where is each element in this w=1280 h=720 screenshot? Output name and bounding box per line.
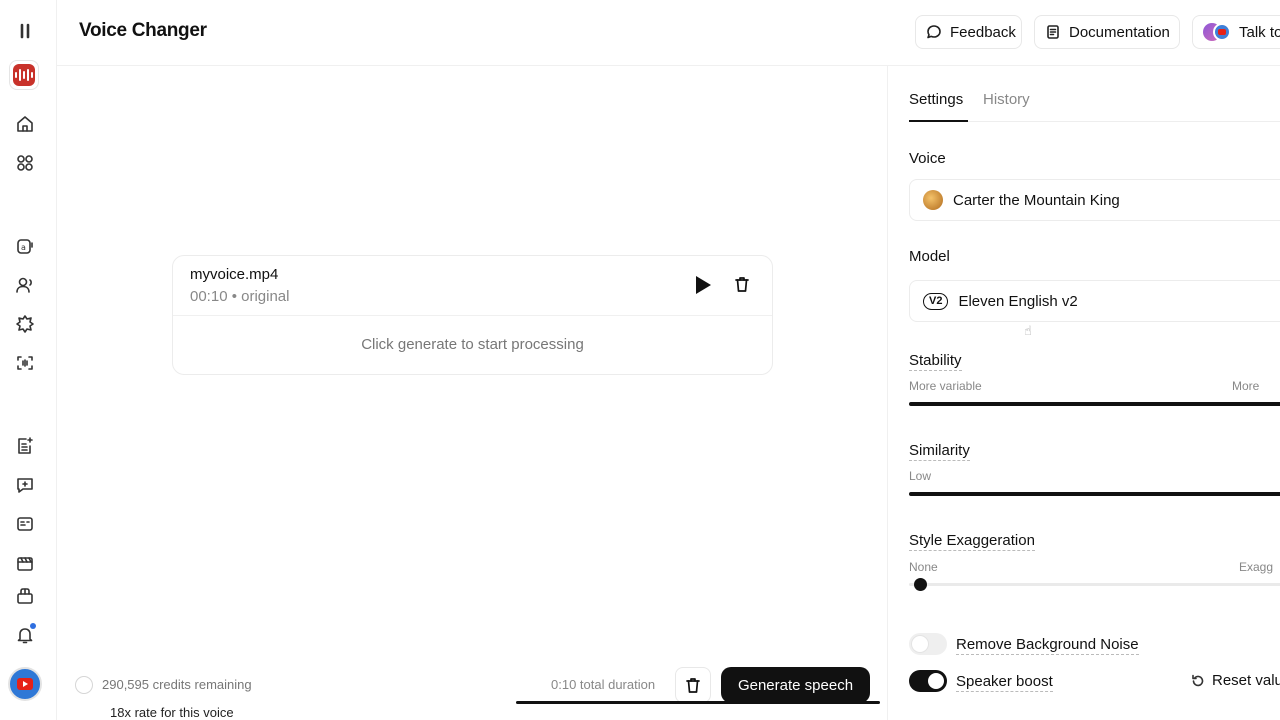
speaker-boost-label: Speaker boost — [956, 673, 1053, 692]
notifications-icon[interactable] — [12, 622, 38, 648]
stability-slider[interactable] — [909, 402, 1280, 406]
reset-icon — [1192, 674, 1204, 686]
grid-icon[interactable] — [12, 150, 38, 176]
notification-dot — [30, 623, 36, 629]
home-icon[interactable] — [12, 111, 38, 137]
talk-to-button[interactable]: Talk to — [1192, 15, 1280, 49]
document-icon — [1047, 25, 1059, 39]
file-card: myvoice.mp4 00:10 • original Click gener… — [172, 255, 773, 375]
processing-hint: Click generate to start processing — [361, 336, 584, 353]
credits-indicator — [75, 676, 93, 694]
speaker-boost-toggle[interactable] — [909, 670, 947, 692]
reset-label: Reset valu — [1212, 672, 1280, 689]
style-min-label: None — [909, 560, 938, 574]
trash-icon — [735, 277, 749, 292]
model-version-badge: V2 — [923, 292, 949, 310]
user-avatar[interactable] — [8, 667, 42, 701]
tab-settings[interactable]: Settings — [909, 91, 963, 108]
style-max-label: Exagg — [1239, 560, 1274, 574]
model-value: Eleven English v2 — [958, 292, 1078, 310]
tab-history[interactable]: History — [983, 91, 1030, 108]
page-title: Voice Changer — [79, 20, 207, 41]
similarity-slider[interactable] — [909, 492, 1280, 496]
pause-icon[interactable] — [12, 18, 38, 44]
documentation-label: Documentation — [1069, 23, 1170, 41]
voice-value: Carter the Mountain King — [953, 191, 1120, 209]
generate-speech-button[interactable]: Generate speech — [721, 667, 870, 703]
text-to-speech-icon[interactable]: a — [12, 233, 38, 259]
play-icon[interactable] — [691, 274, 713, 296]
reset-values-button[interactable]: Reset valu — [1191, 672, 1280, 689]
settings-panel: Settings History Voice Carter the Mounta… — [887, 66, 1280, 720]
voices-icon[interactable] — [12, 272, 38, 298]
card-divider — [173, 315, 772, 316]
projects-icon[interactable] — [12, 433, 38, 459]
dubbing-icon[interactable] — [12, 511, 38, 537]
chat-bubble-icon — [927, 25, 941, 39]
stability-min-label: More variable — [909, 379, 982, 393]
documentation-button[interactable]: Documentation — [1034, 15, 1180, 49]
talk-label: Talk to — [1239, 23, 1280, 41]
voice-select[interactable]: Carter the Mountain King — [909, 179, 1280, 221]
sidebar: a — [0, 0, 57, 720]
agent-avatars — [1203, 23, 1231, 41]
credits-remaining: 290,595 credits remaining — [102, 677, 252, 692]
pointer-cursor: ☝ — [1024, 323, 1032, 338]
total-duration: 0:10 total duration — [551, 677, 656, 692]
app-logo[interactable] — [9, 60, 39, 90]
studio-icon[interactable] — [12, 550, 38, 576]
trash-icon — [686, 678, 700, 693]
style-exaggeration-label: Style Exaggeration — [909, 532, 1035, 551]
svg-text:a: a — [21, 243, 26, 252]
stability-max-label: More — [1232, 379, 1260, 393]
file-name: myvoice.mp4 — [190, 266, 279, 283]
similarity-label: Similarity — [909, 442, 970, 461]
file-meta: 00:10 • original — [190, 288, 290, 305]
voice-label: Voice — [909, 150, 946, 167]
library-icon[interactable] — [12, 583, 38, 609]
progress-line — [516, 701, 880, 704]
delete-file-button[interactable] — [732, 274, 754, 296]
remove-noise-toggle[interactable] — [909, 633, 947, 655]
voice-avatar — [923, 190, 943, 210]
similarity-min-label: Low — [909, 469, 932, 483]
remove-noise-label: Remove Background Noise — [956, 636, 1139, 655]
voice-rate: 18x rate for this voice — [110, 705, 234, 720]
model-select[interactable]: V2 Eleven English v2 — [909, 280, 1280, 322]
clear-button[interactable] — [675, 667, 711, 703]
voice-isolator-icon[interactable] — [12, 350, 38, 376]
model-label: Model — [909, 248, 950, 265]
header: Voice Changer Feedback Documentation Tal… — [57, 0, 1280, 66]
effects-icon[interactable] — [12, 311, 38, 337]
stability-label: Stability — [909, 352, 962, 371]
style-slider-knob[interactable] — [914, 578, 928, 591]
active-tab-indicator — [909, 120, 968, 122]
chat-icon[interactable] — [12, 472, 38, 498]
feedback-label: Feedback — [950, 23, 1016, 41]
style-exaggeration-slider[interactable] — [909, 583, 1280, 586]
feedback-button[interactable]: Feedback — [915, 15, 1022, 49]
